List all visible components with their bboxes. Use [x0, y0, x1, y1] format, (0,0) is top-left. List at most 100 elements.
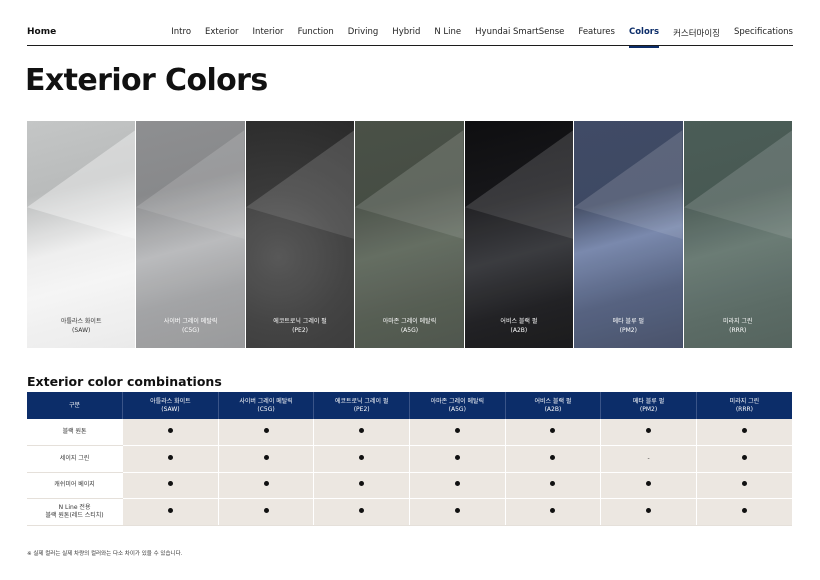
swatch-color-code: (PM2): [619, 326, 637, 334]
header-color-column: 에코트로닉 그레이 펄 (PE2): [313, 392, 410, 419]
color-swatch[interactable]: 아틀라스 화이트 (SAW): [27, 121, 136, 348]
availability-cell: [695, 472, 792, 499]
swatch-color-name: 에코트로닉 그레이 펄: [273, 318, 327, 325]
color-swatch[interactable]: 메타 블루 펄 (PM2): [574, 121, 683, 348]
header-color-column: 아마존 그레이 메탈릭 (A5G): [409, 392, 506, 419]
header-color-code: (SAW): [161, 405, 180, 413]
nav-item-7[interactable]: Hyundai SmartSense: [475, 27, 564, 39]
availability-cell: [695, 445, 792, 473]
availability-cell: -: [600, 445, 697, 473]
available-dot-icon: [550, 481, 556, 487]
nav-item-2[interactable]: Interior: [253, 27, 284, 39]
swatch-highlight: [136, 130, 245, 348]
availability-cell: [695, 498, 792, 526]
available-dot-icon: [741, 454, 747, 460]
nav-item-10[interactable]: 커스터마이징: [673, 27, 720, 39]
available-dot-icon: [359, 428, 365, 433]
available-dot-icon: [263, 428, 269, 433]
swatch-label: 아틀라스 화이트 (SAW): [27, 318, 135, 335]
table-row: 블랙 원톤: [27, 419, 792, 446]
table-row: 캐쉬미어 베이지: [27, 472, 792, 499]
row-interior-label: 캐쉬미어 베이지: [27, 472, 123, 499]
available-dot-icon: [167, 428, 173, 433]
available-dot-icon: [454, 481, 460, 487]
nav-item-9[interactable]: Colors: [628, 27, 660, 48]
swatch-color-code: (A2B): [510, 326, 528, 334]
nav-item-0[interactable]: Intro: [171, 27, 191, 39]
header-category: 구분: [27, 392, 124, 419]
table-header-row: 구분 아틀라스 화이트 (SAW) 사이버 그레이 메탈릭 (C5G) 에코트로닉 그레…: [27, 392, 792, 419]
nav-item-5[interactable]: Hybrid: [392, 27, 420, 39]
header-color-name: 사이버 그레이 메탈릭: [239, 397, 293, 405]
swatch-color-name: 아마존 그레이 메탈릭: [382, 318, 437, 325]
color-swatch-gallery: 아틀라스 화이트 (SAW) 사이버 그레이 메탈릭 (C5G) 에코트로닉 그레이 펄…: [27, 121, 792, 348]
availability-cell: [313, 472, 410, 499]
availability-cell: [409, 498, 506, 526]
availability-cell: [122, 419, 219, 446]
availability-cell: [217, 472, 314, 499]
availability-cell: [504, 498, 601, 526]
swatch-highlight: [464, 130, 574, 348]
available-dot-icon: [167, 454, 173, 460]
availability-cell: [122, 445, 219, 473]
nav-item-11[interactable]: Specifications: [734, 27, 793, 39]
header-color-name: 미라지 그린: [729, 397, 760, 405]
table-row: N Line 전용 블랙 원톤(레드 스티치): [27, 498, 792, 526]
row-label-line: 블랙 원톤(레드 스티치): [45, 511, 104, 519]
color-swatch[interactable]: 어비스 블랙 펄 (A2B): [464, 121, 574, 348]
swatch-highlight: [574, 130, 683, 348]
available-dot-icon: [454, 507, 460, 513]
top-navigation: Home Intro Exterior Interior Function Drivin…: [27, 22, 793, 48]
swatch-label: 아마존 그레이 메탈릭 (A5G): [355, 318, 463, 335]
header-color-name: 아마존 그레이 메탈릭: [430, 397, 485, 405]
availability-cell: [313, 498, 410, 526]
header-color-code: (RRR): [735, 405, 754, 413]
color-swatch[interactable]: 사이버 그레이 메탈릭 (C5G): [136, 121, 245, 348]
availability-cell: [504, 419, 601, 446]
availability-cell: [695, 419, 792, 446]
nav-item-8[interactable]: Features: [578, 27, 615, 39]
header-color-column: 미라지 그린 (RRR): [696, 392, 792, 419]
available-dot-icon: [263, 481, 269, 487]
header-color-column: 메타 블루 펄 (PM2): [600, 392, 697, 419]
header-color-name: 어비스 블랙 펄: [534, 397, 572, 405]
availability-cell: [600, 472, 697, 499]
availability-cell: [504, 445, 601, 473]
swatch-label: 사이버 그레이 메탈릭 (C5G): [136, 318, 244, 335]
availability-cell: [600, 419, 697, 446]
color-combination-table: 구분 아틀라스 화이트 (SAW) 사이버 그레이 메탈릭 (C5G) 에코트로닉 그레…: [27, 392, 792, 526]
swatch-highlight: [245, 130, 355, 348]
row-interior-label: N Line 전용 블랙 원톤(레드 스티치): [27, 498, 123, 526]
color-swatch[interactable]: 미라지 그린 (RRR): [683, 121, 792, 348]
row-label-line: 세이지 그린: [59, 454, 90, 462]
not-available-mark: -: [647, 454, 650, 462]
available-dot-icon: [167, 507, 173, 513]
header-color-code: (C5G): [257, 405, 275, 413]
swatch-color-name: 미라지 그린: [722, 318, 753, 325]
availability-cell: [409, 419, 506, 446]
nav-item-3[interactable]: Function: [298, 27, 334, 39]
nav-item-6[interactable]: N Line: [434, 27, 461, 39]
nav-item-1[interactable]: Exterior: [205, 27, 239, 39]
swatch-highlight: [27, 130, 136, 348]
nav-home-link[interactable]: Home: [27, 27, 56, 37]
row-label-line: 캐쉬미어 베이지: [54, 481, 95, 489]
availability-cell: [504, 472, 601, 499]
availability-cell: [600, 498, 697, 526]
swatch-color-code: (PE2): [292, 326, 309, 334]
available-dot-icon: [646, 481, 652, 487]
swatch-color-name: 사이버 그레이 메탈릭: [163, 318, 218, 325]
color-swatch[interactable]: 에코트로닉 그레이 펄 (PE2): [245, 121, 355, 348]
header-color-column: 아틀라스 화이트 (SAW): [122, 392, 219, 419]
swatch-label: 미라지 그린 (RRR): [684, 318, 792, 335]
available-dot-icon: [263, 507, 269, 513]
availability-cell: [313, 445, 410, 473]
color-swatch[interactable]: 아마존 그레이 메탈릭 (A5G): [355, 121, 464, 348]
swatch-color-name: 아틀라스 화이트: [60, 318, 102, 325]
available-dot-icon: [741, 507, 747, 513]
availability-cell: [122, 472, 219, 499]
nav-item-4[interactable]: Driving: [348, 27, 379, 39]
header-color-code: (PE2): [353, 405, 370, 413]
available-dot-icon: [550, 507, 556, 513]
row-interior-label: 블랙 원톤: [27, 419, 123, 446]
